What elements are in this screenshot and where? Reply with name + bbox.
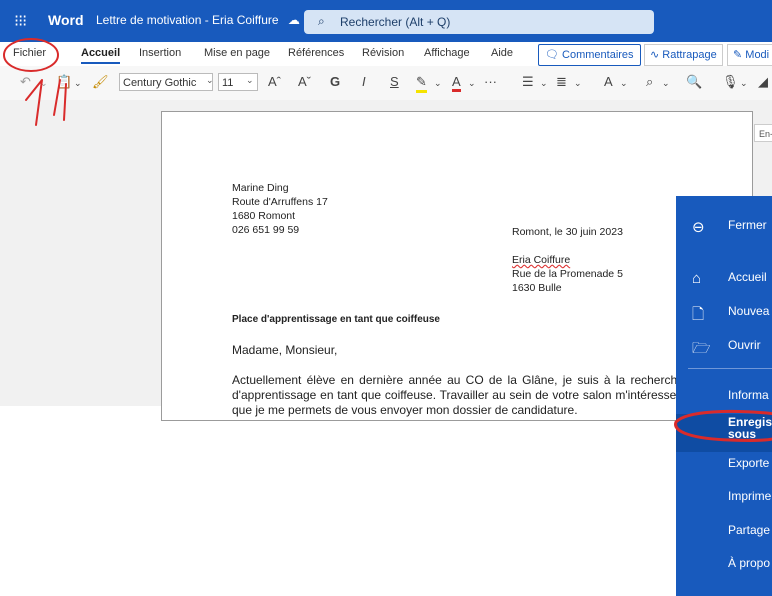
align-icon[interactable]: ≣ — [556, 74, 567, 90]
find-dropdown-icon[interactable]: ⌄ — [662, 78, 670, 89]
comments-button[interactable]: 🗨 Commentaires — [538, 44, 641, 66]
paste-dropdown-icon[interactable]: ⌄ — [74, 78, 82, 89]
italic-button[interactable]: I — [362, 74, 366, 89]
file-item-export-label: Exporte — [728, 456, 770, 470]
align-dropdown-icon[interactable]: ⌄ — [574, 78, 582, 89]
search-icon: ⌕ — [318, 14, 325, 28]
editor-icon[interactable]: 🔍 — [686, 74, 702, 90]
document-title[interactable]: Lettre de motivation - Eria Coiffure ☁ ⌄ — [96, 13, 318, 27]
title-bar: ⁝⁝⁝ Word Lettre de motivation - Eria Coi… — [0, 0, 772, 42]
home-icon: ⌂ — [692, 270, 702, 287]
recipient-address: Rue de la Promenade 5 — [512, 268, 623, 280]
underline-button[interactable]: S — [390, 74, 399, 89]
font-name-box[interactable]: Century Gothic — [119, 73, 213, 91]
file-item-close-label: Fermer — [728, 218, 767, 232]
highlight-icon[interactable]: ✎ — [416, 74, 427, 93]
size-dropdown-icon[interactable]: ⌄ — [246, 75, 254, 86]
document-title-text: Lettre de motivation - Eria Coiffure — [96, 13, 279, 27]
file-item-home-label: Accueil — [728, 270, 767, 284]
dictate-icon[interactable]: 🎙 — [722, 74, 739, 90]
salutation: Madame, Monsieur, — [232, 343, 338, 357]
cloud-saved-icon: ☁ — [287, 13, 300, 27]
tab-mise-en-page[interactable]: Mise en page — [204, 47, 270, 59]
app-name[interactable]: Word — [48, 12, 84, 28]
font-color-dropdown-icon[interactable]: ⌄ — [468, 78, 476, 89]
pencil-icon: ✎ — [733, 49, 743, 61]
find-icon[interactable]: ⌕ — [646, 74, 653, 90]
ribbon-tabs: Fichier Accueil Insertion Mise en page R… — [0, 42, 772, 66]
document-page[interactable]: Marine Ding Route d'Arruffens 17 1680 Ro… — [161, 111, 753, 421]
styles-icon[interactable]: A — [604, 74, 613, 89]
language-box[interactable]: En- — [754, 124, 772, 142]
file-item-print-label: Imprime — [728, 489, 772, 503]
bold-button[interactable]: G — [330, 74, 340, 89]
undo-dropdown-icon[interactable]: ⌄ — [40, 78, 48, 89]
tab-revision[interactable]: Révision — [362, 47, 404, 59]
font-color-icon[interactable]: A — [452, 74, 461, 92]
sender-city: 1680 Romont — [232, 210, 296, 222]
undo-icon[interactable]: ↶ — [20, 74, 31, 90]
tracking-button[interactable]: ∿ Rattrapage — [644, 44, 723, 66]
letter-subject: Place d'apprentissage en tant que coiffe… — [232, 314, 440, 325]
file-menu-panel: ⊖ Fermer ⌂ Accueil 🗋 Nouvea 🗁 Ouvrir Inf… — [676, 196, 772, 596]
editing-button[interactable]: ✎ Modi — [727, 44, 772, 66]
shrink-font-icon[interactable]: Aˇ — [298, 74, 311, 89]
tab-aide[interactable]: Aide — [491, 47, 513, 59]
new-document-icon: 🗋 — [692, 306, 705, 323]
dictate-dropdown-icon[interactable]: ⌄ — [740, 78, 748, 89]
sender-name: Marine Ding — [232, 182, 289, 194]
grow-font-icon[interactable]: Aˆ — [268, 74, 281, 89]
back-arrow-icon: ⊖ — [692, 219, 705, 236]
tab-insertion[interactable]: Insertion — [139, 47, 181, 59]
comment-icon: 🗨 — [545, 49, 559, 61]
tracking-icon: ∿ — [650, 49, 660, 61]
tab-accueil[interactable]: Accueil — [81, 47, 121, 64]
more-icon[interactable]: ··· — [484, 74, 497, 89]
font-dropdown-icon[interactable]: ⌄ — [206, 75, 214, 86]
designer-icon[interactable]: ◢ — [758, 74, 768, 90]
bullets-icon[interactable]: ☰ — [522, 74, 534, 90]
file-item-open-label: Ouvrir — [728, 338, 761, 352]
panel-divider — [688, 368, 772, 369]
recipient-city: 1630 Bulle — [512, 282, 562, 294]
tracking-label: Rattrapage — [662, 49, 717, 61]
sender-address: Route d'Arruffens 17 — [232, 196, 328, 208]
search-box[interactable]: ⌕ Rechercher (Alt + Q) — [304, 10, 654, 34]
bullets-dropdown-icon[interactable]: ⌄ — [540, 78, 548, 89]
letter-body: Actuellement élève en dernière année au … — [232, 373, 752, 417]
paste-icon[interactable]: 📋 — [56, 74, 72, 90]
formatting-toolbar: ↶ ⌄ 📋 ⌄ 🖌 Century Gothic ⌄ 11 ⌄ Aˆ Aˇ G … — [0, 66, 772, 101]
save-as-line-2: sous — [728, 427, 757, 441]
file-item-info-label: Informa — [728, 388, 769, 402]
folder-icon: 🗁 — [692, 340, 711, 357]
file-item-share-label: Partage — [728, 523, 771, 537]
tab-affichage[interactable]: Affichage — [424, 47, 470, 59]
date-line: Romont, le 30 juin 2023 — [512, 226, 623, 238]
file-item-new-label: Nouvea — [728, 304, 770, 318]
sender-phone: 026 651 99 59 — [232, 224, 300, 236]
styles-dropdown-icon[interactable]: ⌄ — [620, 78, 628, 89]
tab-fichier[interactable]: Fichier — [13, 47, 46, 59]
search-placeholder: Rechercher (Alt + Q) — [340, 15, 451, 29]
highlight-dropdown-icon[interactable]: ⌄ — [434, 78, 442, 89]
tab-references[interactable]: Références — [288, 47, 344, 59]
file-item-about-label: À propo — [728, 556, 771, 570]
editing-label: Modi — [745, 49, 770, 61]
file-item-save-as-label: Enregis sous — [728, 416, 772, 440]
comments-label: Commentaires — [562, 49, 634, 61]
recipient-name: Eria Coiffure — [512, 254, 571, 266]
format-painter-icon[interactable]: 🖌 — [92, 74, 109, 90]
waffle-icon[interactable]: ⁝⁝⁝ — [14, 11, 27, 31]
